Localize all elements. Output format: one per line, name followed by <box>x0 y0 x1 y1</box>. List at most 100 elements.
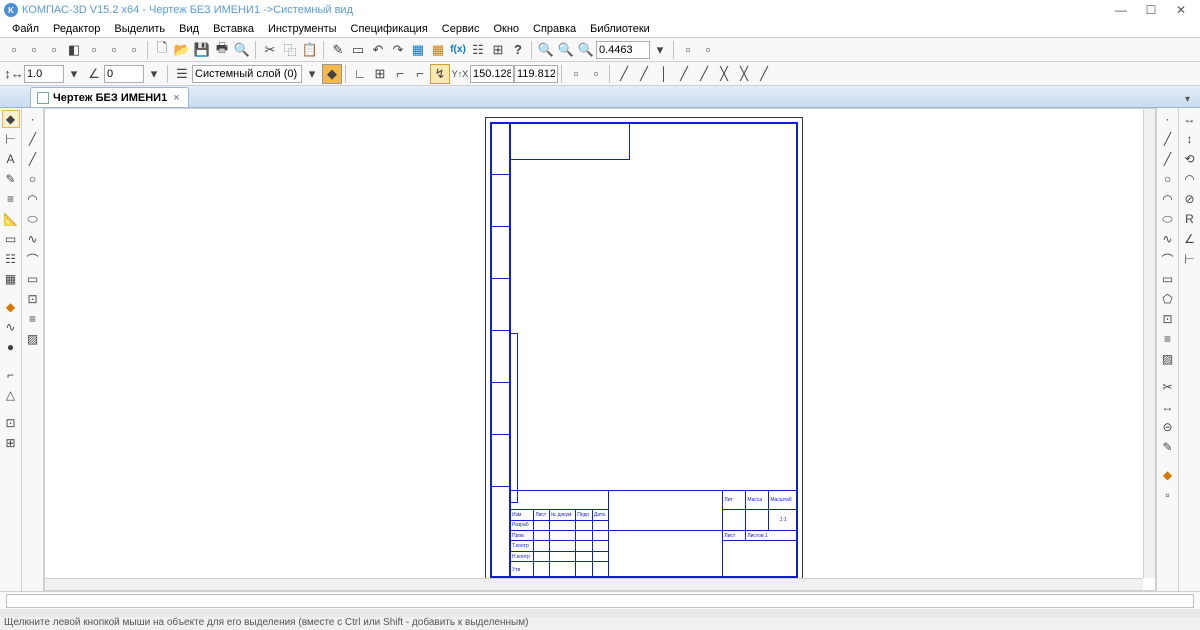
menu-libs[interactable]: Библиотеки <box>584 22 656 36</box>
step-combo[interactable] <box>24 65 64 83</box>
r2-dim5-icon[interactable]: ⊘ <box>1181 190 1199 208</box>
menu-help[interactable]: Справка <box>527 22 582 36</box>
tool-equid-icon[interactable]: ≡ <box>24 310 42 328</box>
menu-insert[interactable]: Вставка <box>207 22 260 36</box>
line-style5-icon[interactable]: ╱ <box>694 64 714 84</box>
print-icon[interactable]: 🖶 <box>212 40 232 60</box>
layer-dropdown-icon[interactable]: ▾ <box>302 64 322 84</box>
angle-icon[interactable]: ∠ <box>84 64 104 84</box>
r1-misc-icon[interactable]: ▫ <box>1159 486 1177 504</box>
zoom-value-combo[interactable] <box>596 41 650 59</box>
menu-spec[interactable]: Спецификация <box>345 22 434 36</box>
tool-auxline-icon[interactable]: ╱ <box>24 150 42 168</box>
menu-file[interactable]: Файл <box>6 22 45 36</box>
tool-rect-icon[interactable]: ▭ <box>24 270 42 288</box>
tb-snap-icon[interactable]: ⊞ <box>488 40 508 60</box>
tb2-misc2-icon[interactable]: ▫ <box>586 64 606 84</box>
tb-panel2-icon[interactable]: ▫ <box>24 40 44 60</box>
line-style8-icon[interactable]: ╱ <box>754 64 774 84</box>
preview-icon[interactable]: 🔍 <box>232 40 252 60</box>
line-style2-icon[interactable]: ╱ <box>634 64 654 84</box>
grid-icon[interactable]: ⊞ <box>370 64 390 84</box>
r1-spline-icon[interactable]: ∿ <box>1159 230 1177 248</box>
snap3-icon[interactable]: ↯ <box>430 64 450 84</box>
r2-dim8-icon[interactable]: ⊢ <box>1181 250 1199 268</box>
paste-icon[interactable]: 📋 <box>300 40 320 60</box>
line-style7-icon[interactable]: ╳ <box>734 64 754 84</box>
tb-edit1-icon[interactable]: ✎ <box>328 40 348 60</box>
zoom-in-icon[interactable]: 🔍 <box>536 40 556 60</box>
tb-lib-icon[interactable]: ▦ <box>428 40 448 60</box>
tb-panel7-icon[interactable]: ▫ <box>124 40 144 60</box>
tb-panel5-icon[interactable]: ▫ <box>84 40 104 60</box>
tb-win1-icon[interactable]: ▫ <box>678 40 698 60</box>
open-icon[interactable]: 📂 <box>172 40 192 60</box>
drawing-canvas[interactable]: Лит Масса Масштаб Изм Лист № докум Подп … <box>44 108 1156 591</box>
tab-overflow-icon[interactable]: ▾ <box>1181 92 1194 107</box>
tb-panel1-icon[interactable]: ▫ <box>4 40 24 60</box>
palette-insert-icon[interactable]: ◆ <box>2 298 20 316</box>
palette-more1-icon[interactable]: ⊡ <box>2 414 20 432</box>
menu-service[interactable]: Сервис <box>436 22 486 36</box>
cut-icon[interactable]: ✂ <box>260 40 280 60</box>
r1-break-icon[interactable]: ⊝ <box>1159 418 1177 436</box>
palette-point-icon[interactable]: ● <box>2 338 20 356</box>
r1-line-icon[interactable]: ╱ <box>1159 130 1177 148</box>
tool-collect-icon[interactable]: ⊡ <box>24 290 42 308</box>
line-style3-icon[interactable]: │ <box>654 64 674 84</box>
save-icon[interactable]: 💾 <box>192 40 212 60</box>
angle-dropdown-icon[interactable]: ▾ <box>144 64 164 84</box>
palette-dim-icon[interactable]: ⊢ <box>2 130 20 148</box>
command-input[interactable] <box>6 594 1194 608</box>
palette-report-icon[interactable]: ▦ <box>2 270 20 288</box>
tb-win2-icon[interactable]: ▫ <box>698 40 718 60</box>
r1-poly-icon[interactable]: ⬠ <box>1159 290 1177 308</box>
palette-text-icon[interactable]: A <box>2 150 20 168</box>
tb2-misc1-icon[interactable]: ▫ <box>566 64 586 84</box>
zoom-fit-icon[interactable]: 🔍 <box>576 40 596 60</box>
close-button[interactable]: ✕ <box>1166 0 1196 20</box>
ortho-icon[interactable]: ∟ <box>350 64 370 84</box>
palette-measure-icon[interactable]: 📐 <box>2 210 20 228</box>
palette-select-icon[interactable]: ▭ <box>2 230 20 248</box>
r2-dim4-icon[interactable]: ◠ <box>1181 170 1199 188</box>
tool-point-icon[interactable]: · <box>24 110 42 128</box>
line-style6-icon[interactable]: ╳ <box>714 64 734 84</box>
menu-select[interactable]: Выделить <box>108 22 171 36</box>
tab-close-icon[interactable]: × <box>171 92 181 104</box>
tool-ellipse-icon[interactable]: ⬭ <box>24 210 42 228</box>
r1-hatch-icon[interactable]: ▨ <box>1159 350 1177 368</box>
r1-arc-icon[interactable]: ◠ <box>1159 190 1177 208</box>
line-style1-icon[interactable]: ╱ <box>614 64 634 84</box>
tool-arc-icon[interactable]: ◠ <box>24 190 42 208</box>
line-style4-icon[interactable]: ╱ <box>674 64 694 84</box>
fx-icon[interactable]: f(x) <box>448 40 468 60</box>
vertical-scrollbar[interactable] <box>1143 109 1155 578</box>
palette-geometry-icon[interactable]: ◆ <box>2 110 20 128</box>
palette-curve-icon[interactable]: ∿ <box>2 318 20 336</box>
tool-hatch-icon[interactable]: ▨ <box>24 330 42 348</box>
minimize-button[interactable]: — <box>1106 0 1136 20</box>
tb-vars-icon[interactable]: ☷ <box>468 40 488 60</box>
document-tab[interactable]: Чертеж БЕЗ ИМЕНИ1 × <box>30 87 189 107</box>
r2-dim1-icon[interactable]: ↔ <box>1181 110 1199 128</box>
new-icon[interactable]: 🗋 <box>152 40 172 60</box>
tb-panel6-icon[interactable]: ▫ <box>104 40 124 60</box>
palette-spec-icon[interactable]: ☷ <box>2 250 20 268</box>
r2-dim6-icon[interactable]: R <box>1181 210 1199 228</box>
copy-icon[interactable]: ⿻ <box>280 40 300 60</box>
menu-view[interactable]: Вид <box>173 22 205 36</box>
tb-panel3-icon[interactable]: ▫ <box>44 40 64 60</box>
r2-dim2-icon[interactable]: ↕ <box>1181 130 1199 148</box>
layer-color-icon[interactable]: ◆ <box>322 64 342 84</box>
palette-aux1-icon[interactable]: ⌐ <box>2 366 20 384</box>
redo-icon[interactable]: ↷ <box>388 40 408 60</box>
zoom-dropdown-icon[interactable]: ▾ <box>650 40 670 60</box>
r1-collect-icon[interactable]: ⊡ <box>1159 310 1177 328</box>
angle-combo[interactable] <box>104 65 144 83</box>
coord-x-input[interactable] <box>470 65 514 83</box>
tb-calc-icon[interactable]: ▦ <box>408 40 428 60</box>
r1-trim-icon[interactable]: ✂ <box>1159 378 1177 396</box>
palette-edit-icon[interactable]: ✎ <box>2 170 20 188</box>
r1-point-icon[interactable]: · <box>1159 110 1177 128</box>
